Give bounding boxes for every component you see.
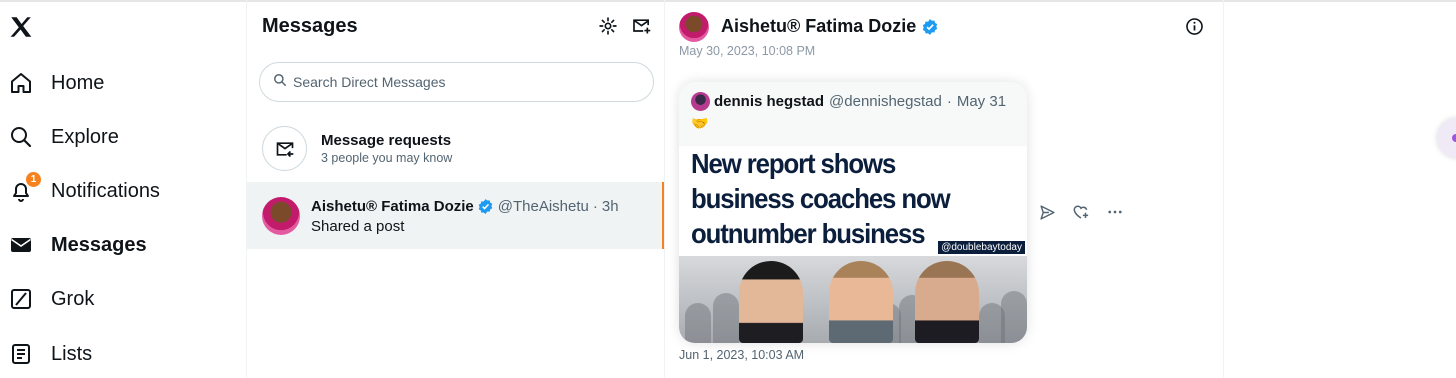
new-message-icon[interactable] bbox=[631, 16, 653, 38]
search-icon bbox=[8, 124, 34, 150]
message-requests-icon bbox=[262, 126, 307, 171]
floating-assistant-button[interactable] bbox=[1437, 118, 1456, 158]
chat-header-name: Aishetu® Fatima Dozie bbox=[721, 16, 917, 36]
nav-notifications[interactable]: 1 Notifications bbox=[8, 171, 160, 211]
nav-notifications-label: Notifications bbox=[51, 179, 160, 202]
primary-nav: Home Explore 1 Notifications Messages Gr… bbox=[0, 0, 246, 378]
messages-list-panel: Messages Message requests 3 people you m… bbox=[246, 0, 665, 378]
react-heart-icon[interactable] bbox=[1071, 202, 1091, 222]
message-requests-item[interactable]: Message requests 3 people you may know bbox=[247, 120, 664, 178]
send-icon[interactable] bbox=[1037, 202, 1057, 222]
shared-post-header: dennis hegstad @dennishegstad · May 31 bbox=[691, 92, 1006, 111]
message-timestamp: May 30, 2023, 10:08 PM bbox=[679, 44, 816, 58]
nav-messages[interactable]: Messages bbox=[8, 225, 147, 265]
search-input[interactable] bbox=[293, 74, 633, 90]
gear-icon[interactable] bbox=[598, 16, 620, 38]
message-timestamp: Jun 1, 2023, 10:03 AM bbox=[679, 348, 805, 362]
nav-lists-label: Lists bbox=[51, 342, 93, 365]
avatar bbox=[691, 92, 710, 111]
info-icon[interactable] bbox=[1185, 17, 1205, 37]
verified-badge-icon bbox=[921, 18, 939, 36]
home-icon bbox=[8, 70, 34, 96]
conversation-panel: Aishetu® Fatima Dozie May 30, 2023, 10:0… bbox=[665, 0, 1224, 378]
post-image-tag: @doublebaytoday bbox=[938, 241, 1025, 254]
nav-grok[interactable]: Grok bbox=[8, 279, 94, 319]
nav-grok-label: Grok bbox=[51, 287, 95, 310]
person-photo bbox=[915, 261, 979, 343]
nav-home[interactable]: Home bbox=[8, 63, 104, 103]
separator-dot: · bbox=[946, 93, 952, 110]
nav-home-label: Home bbox=[51, 71, 105, 94]
verified-badge-icon bbox=[477, 198, 494, 215]
avatar bbox=[262, 197, 300, 235]
shared-post-card[interactable]: dennis hegstad @dennishegstad · May 31 🤝… bbox=[679, 82, 1027, 343]
post-image: New report shows business coaches now ou… bbox=[679, 146, 1027, 343]
search-icon bbox=[273, 73, 287, 92]
grok-icon bbox=[8, 286, 34, 312]
post-author-handle: @dennishegstad bbox=[829, 93, 942, 110]
message-requests-title: Message requests bbox=[321, 132, 452, 149]
messages-title: Messages bbox=[262, 15, 358, 37]
x-logo-icon[interactable] bbox=[8, 14, 36, 42]
nav-lists[interactable]: Lists bbox=[8, 334, 92, 374]
conversation-name: Aishetu® Fatima Dozie bbox=[311, 198, 474, 215]
list-icon bbox=[8, 341, 34, 367]
conversation-name-row: Aishetu® Fatima Dozie @TheAishetu · 3h bbox=[311, 198, 619, 215]
person-photo bbox=[829, 261, 893, 343]
more-icon[interactable] bbox=[1105, 202, 1125, 222]
post-author-name: dennis hegstad bbox=[714, 93, 825, 110]
person-photo bbox=[739, 261, 803, 343]
conversation-item[interactable]: Aishetu® Fatima Dozie @TheAishetu · 3h S… bbox=[247, 182, 664, 249]
nav-explore-label: Explore bbox=[51, 125, 119, 148]
post-photo bbox=[679, 256, 1027, 343]
post-text: 🤝 bbox=[691, 115, 709, 131]
post-date: May 31 bbox=[956, 93, 1007, 110]
notification-badge: 1 bbox=[26, 172, 41, 187]
separator-dot: · bbox=[592, 198, 598, 215]
envelope-icon bbox=[8, 232, 34, 258]
search-box[interactable] bbox=[259, 62, 654, 102]
message-requests-subtitle: 3 people you may know bbox=[321, 151, 453, 165]
conversation-time: 3h bbox=[601, 198, 619, 215]
nav-messages-label: Messages bbox=[51, 233, 147, 256]
bell-icon: 1 bbox=[8, 172, 41, 204]
message-actions bbox=[1037, 202, 1125, 222]
conversation-handle: @TheAishetu bbox=[497, 198, 589, 215]
nav-explore[interactable]: Explore bbox=[8, 117, 119, 157]
conversation-preview: Shared a post bbox=[311, 218, 405, 235]
chat-header-name-row[interactable]: Aishetu® Fatima Dozie bbox=[721, 16, 939, 37]
avatar[interactable] bbox=[679, 12, 709, 42]
